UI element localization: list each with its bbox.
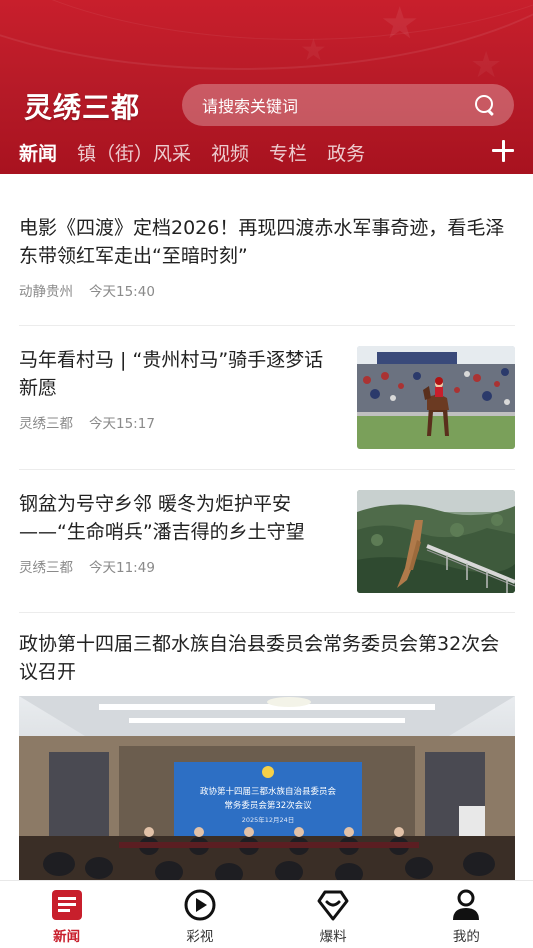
screen-banner-line-1: 政协第十四届三都水族自治县委员会 (200, 786, 337, 797)
article-title[interactable]: 电影《四渡》定档2026！再现四渡赤水军事奇迹，看毛泽东带领红军走出“至暗时刻” (19, 214, 515, 270)
tab-video[interactable]: 视频 (211, 139, 249, 166)
nav-tipoff-label: 爆料 (319, 929, 347, 945)
horse-race-photo (357, 346, 515, 449)
search-bar[interactable]: 请搜索关键词 (182, 84, 514, 126)
profile-icon (453, 889, 480, 920)
meeting-image[interactable]: 政协第十四届三都水族自治县委员会 常务委员会第32次会议 2025年12月24日 (19, 696, 515, 880)
tab-towns[interactable]: 镇（街）风采 (77, 139, 191, 166)
search-placeholder: 请搜索关键词 (202, 97, 299, 116)
nav-profile-label: 我的 (452, 929, 480, 945)
tab-news[interactable]: 新闻 (19, 139, 57, 166)
horse-race-thumbnail[interactable] (357, 346, 515, 449)
mountain-landslide-photo (357, 490, 515, 593)
app-screen: ★ ★ ★ 灵绣三都 请搜索关键词 新闻 镇（街）风采 视频 专栏 政务 电影《… (0, 0, 533, 948)
article-source: 灵绣三都 (19, 560, 73, 576)
nav-video[interactable]: 彩视 (133, 881, 266, 948)
play-icon (184, 889, 216, 921)
article-source: 动静贵州 (19, 284, 73, 300)
divider (19, 612, 515, 613)
article-title[interactable]: 钢盆为号守乡邻 暖冬为炬护平安——“生命哨兵”潘吉得的乡土守望 (19, 490, 339, 546)
nav-video-label: 彩视 (186, 929, 214, 945)
article-meta: 动静贵州 今天15:40 (19, 280, 515, 300)
news-icon (51, 890, 82, 920)
star-decoration-icon: ★ (380, 0, 420, 49)
channel-tabs: 新闻 镇（街）风采 视频 专栏 政务 (19, 138, 385, 166)
tab-government[interactable]: 政务 (327, 139, 365, 166)
top-header: ★ ★ ★ 灵绣三都 请搜索关键词 新闻 镇（街）风采 视频 专栏 政务 (0, 0, 533, 174)
screen-banner-line-2: 常务委员会第32次会议 (224, 800, 312, 811)
screen-banner-date: 2025年12月24日 (242, 815, 295, 824)
article-source: 灵绣三都 (19, 416, 73, 432)
article-title[interactable]: 马年看村马 | “贵州村马”骑手逐梦话新愿 (19, 346, 339, 402)
app-logo: 灵绣三都 (24, 91, 141, 124)
article-item[interactable]: 马年看村马 | “贵州村马”骑手逐梦话新愿 灵绣三都 今天15:17 (19, 346, 515, 450)
meeting-hall-photo: 政协第十四届三都水族自治县委员会 常务委员会第32次会议 2025年12月24日 (19, 696, 515, 880)
star-decoration-icon: ★ (470, 45, 503, 86)
star-decoration-icon: ★ (300, 33, 327, 68)
article-time: 今天11:49 (89, 560, 155, 576)
nav-tipoff[interactable]: 爆料 (267, 881, 400, 948)
nav-profile[interactable]: 我的 (400, 881, 533, 948)
article-title[interactable]: 政协第十四届三都水族自治县委员会常务委员会第32次会议召开 (19, 630, 515, 686)
add-channel-plus-icon[interactable] (492, 140, 514, 162)
search-icon[interactable] (474, 94, 496, 116)
divider (19, 469, 515, 470)
article-item[interactable]: 电影《四渡》定档2026！再现四渡赤水军事奇迹，看毛泽东带领红军走出“至暗时刻”… (19, 214, 515, 300)
news-feed[interactable]: 电影《四渡》定档2026！再现四渡赤水军事奇迹，看毛泽东带领红军走出“至暗时刻”… (0, 174, 533, 880)
article-item[interactable]: 钢盆为号守乡邻 暖冬为炬护平安——“生命哨兵”潘吉得的乡土守望 灵绣三都 今天11… (19, 490, 515, 594)
divider (19, 325, 515, 326)
article-time: 今天15:40 (89, 284, 155, 300)
article-time: 今天15:17 (89, 416, 155, 432)
tab-columns[interactable]: 专栏 (269, 139, 307, 166)
article-item[interactable]: 政协第十四届三都水族自治县委员会常务委员会第32次会议召开 政协第十四届三都水族… (19, 630, 515, 880)
tip-off-icon (317, 890, 349, 921)
landslide-thumbnail[interactable] (357, 490, 515, 593)
nav-news-label: 新闻 (53, 929, 81, 945)
bottom-navigation: 新闻 彩视 爆料 我的 (0, 880, 533, 948)
nav-news[interactable]: 新闻 (0, 881, 133, 948)
